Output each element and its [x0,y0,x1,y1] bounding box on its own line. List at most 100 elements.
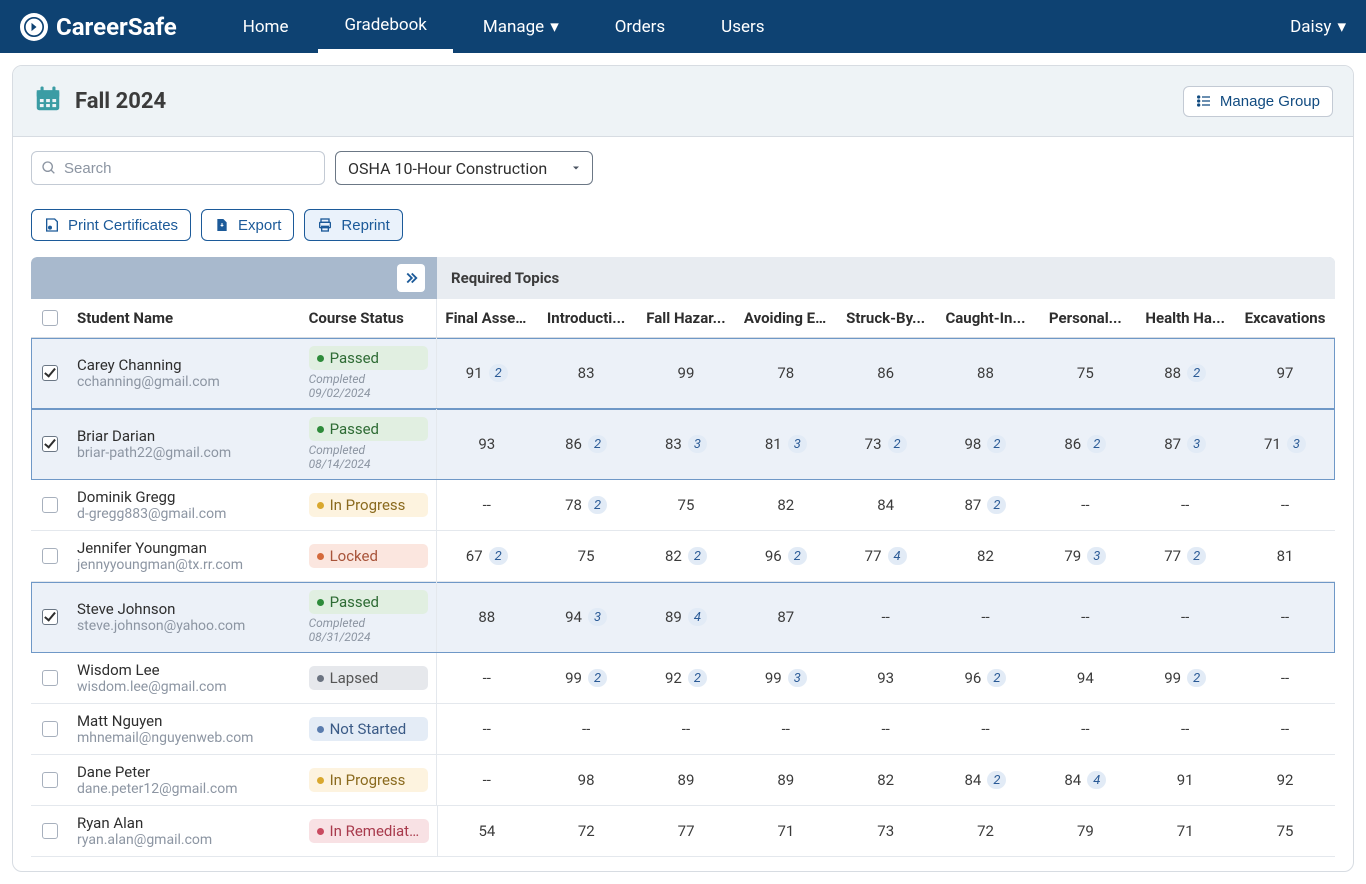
reprint-button[interactable]: Reprint [304,209,402,241]
score-cell[interactable]: -- [936,582,1036,652]
score-cell[interactable]: 93 [436,409,536,479]
score-cell[interactable]: 99 [636,338,736,408]
student-cell[interactable]: Steve Johnsonsteve.johnson@yahoo.com [69,582,301,652]
score-cell[interactable]: 982 [936,409,1036,479]
header-topic[interactable]: Caught-In... [936,299,1036,337]
score-cell[interactable]: 992 [1135,653,1235,703]
score-cell[interactable]: 97 [1235,338,1335,408]
nav-gradebook[interactable]: Gradebook [318,0,452,53]
score-cell[interactable]: 89 [636,755,736,805]
score-cell[interactable]: -- [436,704,536,754]
score-cell[interactable]: 88 [436,582,536,652]
row-checkbox[interactable] [42,772,58,788]
row-checkbox[interactable] [42,721,58,737]
row-checkbox[interactable] [42,436,58,452]
student-cell[interactable]: Matt Nguyenmhnemail@nguyenweb.com [69,704,301,754]
score-cell[interactable]: -- [1035,480,1135,530]
score-cell[interactable]: 72 [936,806,1036,856]
score-cell[interactable]: 833 [636,409,736,479]
user-menu[interactable]: Daisy ▾ [1290,17,1346,37]
score-cell[interactable]: -- [1135,704,1235,754]
score-cell[interactable]: 844 [1035,755,1135,805]
header-topic[interactable]: Excavations [1235,299,1335,337]
nav-users[interactable]: Users [695,0,790,53]
header-topic[interactable]: Introducti... [536,299,636,337]
score-cell[interactable]: 81 [1235,531,1335,581]
score-cell[interactable]: 93 [836,653,936,703]
score-cell[interactable]: 962 [736,531,836,581]
search-input[interactable] [31,151,325,185]
score-cell[interactable]: 82 [736,480,836,530]
row-checkbox[interactable] [42,548,58,564]
score-cell[interactable]: 75 [1035,338,1135,408]
nav-home[interactable]: Home [217,0,315,53]
student-cell[interactable]: Ryan Alanryan.alan@gmail.com [69,806,301,856]
score-cell[interactable]: 732 [836,409,936,479]
header-topic[interactable]: Personal... [1035,299,1135,337]
print-certificates-button[interactable]: Print Certificates [31,209,191,241]
course-select[interactable]: OSHA 10-Hour Construction [335,151,593,185]
score-cell[interactable]: 842 [936,755,1036,805]
manage-group-button[interactable]: Manage Group [1183,86,1333,117]
score-cell[interactable]: -- [1135,480,1235,530]
row-checkbox[interactable] [42,823,58,839]
score-cell[interactable]: 672 [436,531,536,581]
nav-manage[interactable]: Manage▾ [457,0,585,53]
brand-logo[interactable]: CareerSafe [20,13,177,41]
score-cell[interactable]: 82 [836,755,936,805]
score-cell[interactable]: 993 [736,653,836,703]
score-cell[interactable]: 92 [1235,755,1335,805]
export-button[interactable]: Export [201,209,294,241]
score-cell[interactable]: 71 [1135,806,1235,856]
score-cell[interactable]: -- [936,704,1036,754]
score-cell[interactable]: -- [836,704,936,754]
score-cell[interactable]: 87 [736,582,836,652]
score-cell[interactable]: 882 [1135,338,1235,408]
header-course-status[interactable]: Course Status [301,299,437,337]
score-cell[interactable]: -- [436,653,536,703]
score-cell[interactable]: 862 [536,409,636,479]
header-topic[interactable]: Struck-By... [836,299,936,337]
score-cell[interactable]: 912 [436,338,536,408]
score-cell[interactable]: 922 [636,653,736,703]
score-cell[interactable]: 88 [936,338,1036,408]
score-cell[interactable]: 872 [936,480,1036,530]
score-cell[interactable]: 98 [536,755,636,805]
student-cell[interactable]: Dane Peterdane.peter12@gmail.com [69,755,301,805]
score-cell[interactable]: 94 [1035,653,1135,703]
score-cell[interactable]: -- [736,704,836,754]
score-cell[interactable]: 84 [836,480,936,530]
expand-columns-button[interactable] [397,264,425,292]
score-cell[interactable]: -- [1035,582,1135,652]
header-topic[interactable]: Avoiding E... [736,299,836,337]
row-checkbox[interactable] [42,497,58,513]
score-cell[interactable]: -- [536,704,636,754]
score-cell[interactable]: 962 [936,653,1036,703]
header-student-name[interactable]: Student Name [69,299,301,337]
score-cell[interactable]: 813 [736,409,836,479]
header-checkbox[interactable] [31,299,69,337]
score-cell[interactable]: 782 [536,480,636,530]
student-cell[interactable]: Briar Darianbriar-path22@gmail.com [69,409,301,479]
score-cell[interactable]: 71 [736,806,836,856]
score-cell[interactable]: 91 [1135,755,1235,805]
score-cell[interactable]: -- [1035,704,1135,754]
score-cell[interactable]: 862 [1035,409,1135,479]
score-cell[interactable]: 943 [536,582,636,652]
score-cell[interactable]: 86 [836,338,936,408]
row-checkbox[interactable] [42,365,58,381]
header-topic[interactable]: Fall Hazar... [636,299,736,337]
score-cell[interactable]: -- [436,480,536,530]
score-cell[interactable]: -- [436,755,536,805]
student-cell[interactable]: Wisdom Leewisdom.lee@gmail.com [69,653,301,703]
score-cell[interactable]: 54 [437,806,537,856]
score-cell[interactable]: 992 [536,653,636,703]
nav-orders[interactable]: Orders [589,0,691,53]
score-cell[interactable]: 82 [936,531,1036,581]
score-cell[interactable]: 75 [536,531,636,581]
score-cell[interactable]: 822 [636,531,736,581]
row-checkbox[interactable] [42,670,58,686]
score-cell[interactable]: 774 [836,531,936,581]
header-topic[interactable]: Final Asse... [436,299,536,337]
score-cell[interactable]: 772 [1135,531,1235,581]
